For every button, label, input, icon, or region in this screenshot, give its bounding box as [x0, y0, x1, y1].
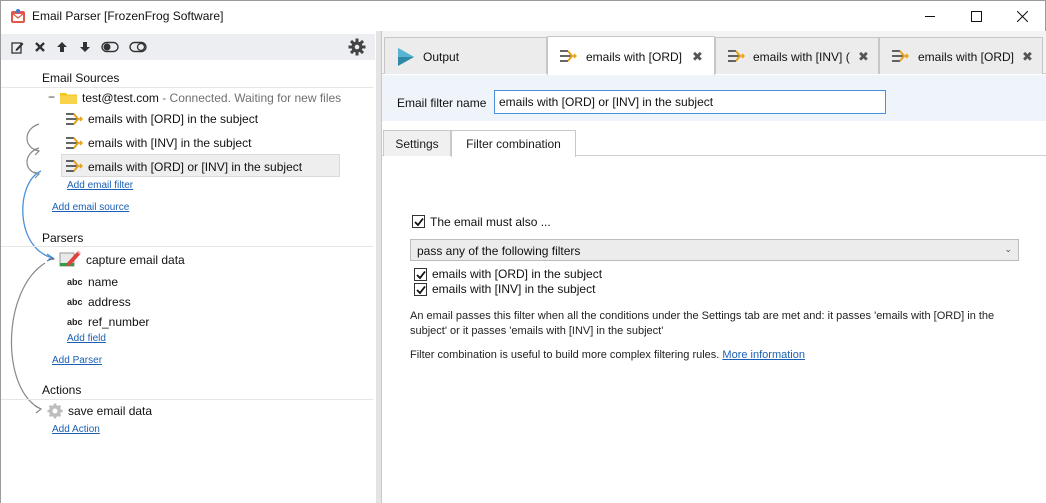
filter-option-label: emails with [INV] in the subject [432, 282, 596, 296]
combination-mode-value: pass any of the following filters [417, 244, 581, 258]
email-source-address: test@test.com [82, 91, 159, 105]
filter-subtabs: Settings Filter combination [382, 130, 1046, 157]
actions-heading: Actions [42, 383, 82, 397]
filter-arrows-icon [65, 111, 84, 127]
must-also-label: The email must also ... [430, 215, 551, 229]
title-bar[interactable]: Email Parser [FrozenFrog Software] [1, 1, 1045, 31]
collapse-source-toggle[interactable]: − [48, 90, 55, 104]
filter-arrows-icon [65, 158, 84, 174]
filter-arrows-icon [891, 48, 910, 67]
move-down-icon[interactable] [77, 39, 93, 55]
toggle-on-icon[interactable] [100, 39, 120, 55]
filter-item-label: emails with [ORD] or [INV] in the subjec… [88, 160, 303, 174]
filter-combination-panel: The email must also ... pass any of the … [382, 157, 1046, 503]
document-tabstrip: Output emails with [ORD] ✖ emails with [… [382, 31, 1046, 75]
action-gear-icon [47, 403, 63, 419]
filter-option-label: emails with [ORD] in the subject [432, 267, 603, 281]
edit-icon[interactable] [9, 39, 25, 55]
subtab-filter-combination[interactable]: Filter combination [451, 130, 576, 157]
close-window-button[interactable] [999, 1, 1045, 31]
filter-arrows-icon [65, 135, 84, 151]
subtab-settings[interactable]: Settings [383, 130, 451, 156]
app-window: Email Parser [FrozenFrog Software] Email… [0, 0, 1046, 503]
close-tab-icon[interactable]: ✖ [1022, 49, 1033, 65]
move-up-icon[interactable] [54, 39, 70, 55]
parser-item-label[interactable]: capture email data [86, 253, 185, 267]
parser-pencil-icon [59, 250, 81, 268]
filter-item-label: emails with [INV] in the subject [88, 136, 252, 150]
filter-option-inv-checkbox[interactable] [414, 283, 427, 296]
collapse-parser-toggle[interactable]: − [48, 252, 55, 266]
add-field-link[interactable]: Add field [67, 333, 106, 344]
add-action-link[interactable]: Add Action [52, 424, 100, 435]
tab-label: emails with [ORD] [918, 50, 1015, 64]
filter-option-ord-checkbox[interactable] [414, 268, 427, 281]
tab-label: emails with [INV] ( [753, 50, 850, 64]
tab-label: emails with [ORD] [586, 50, 683, 64]
text-field-type-icon: abc [67, 277, 83, 287]
tab-output[interactable]: Output [384, 37, 547, 74]
folder-icon [60, 91, 78, 107]
tab-filter-ord-2[interactable]: emails with [ORD] ✖ [879, 37, 1043, 74]
filter-arrows-icon [727, 48, 746, 67]
filter-name-label: Email filter name [397, 96, 487, 110]
parsers-heading: Parsers [42, 231, 84, 245]
combination-mode-select[interactable]: pass any of the following filters ⌄ [410, 239, 1019, 261]
must-also-checkbox[interactable] [412, 215, 425, 228]
text-field-type-icon: abc [67, 297, 83, 307]
text-field-type-icon: abc [67, 317, 83, 327]
add-email-source-link[interactable]: Add email source [52, 202, 129, 213]
email-source-account[interactable]: test@test.com - Connected. Waiting for n… [82, 91, 341, 105]
close-tab-icon[interactable]: ✖ [692, 49, 703, 65]
filter-arrows-icon [559, 48, 578, 67]
field-label: name [88, 275, 119, 289]
toggle-off-icon[interactable] [128, 39, 148, 55]
delete-icon[interactable] [32, 39, 48, 55]
filter-name-panel: Email filter name [382, 75, 1046, 121]
close-tab-icon[interactable]: ✖ [858, 49, 869, 65]
tab-output-label: Output [423, 50, 460, 64]
combination-hint: Filter combination is useful to build mo… [410, 348, 1010, 363]
filter-name-input[interactable] [494, 90, 886, 114]
add-parser-link[interactable]: Add Parser [52, 355, 102, 366]
section-divider [1, 246, 373, 247]
section-divider [1, 87, 373, 88]
email-source-status: - Connected. Waiting for new files [158, 91, 342, 105]
email-sources-heading: Email Sources [42, 71, 120, 85]
chevron-down-icon: ⌄ [1004, 244, 1012, 254]
maximize-button[interactable] [953, 1, 999, 31]
filter-item-label: emails with [ORD] in the subject [88, 112, 259, 126]
settings-gear-icon[interactable] [348, 38, 366, 56]
more-information-link[interactable]: More information [722, 349, 805, 361]
app-logo-icon [10, 8, 26, 24]
tree-toolbar [1, 34, 375, 60]
combination-hint-text: Filter combination is useful to build mo… [410, 349, 720, 361]
window-title: Email Parser [FrozenFrog Software] [32, 9, 224, 23]
workflow-tree-pane: Email Sources − test@test.com - Connecte… [1, 31, 376, 503]
field-label: address [88, 295, 131, 309]
action-item-label[interactable]: save email data [68, 404, 152, 418]
minimize-button[interactable] [907, 1, 953, 31]
play-icon [397, 47, 415, 70]
add-email-filter-link[interactable]: Add email filter [67, 180, 133, 191]
field-label: ref_number [88, 315, 150, 329]
tab-filter-inv[interactable]: emails with [INV] ( ✖ [715, 37, 879, 74]
editor-pane: Output emails with [ORD] ✖ emails with [… [381, 31, 1046, 503]
section-divider [1, 399, 373, 400]
combination-description: An email passes this filter when all the… [410, 310, 995, 337]
tab-filter-ord[interactable]: emails with [ORD] ✖ [547, 36, 715, 75]
